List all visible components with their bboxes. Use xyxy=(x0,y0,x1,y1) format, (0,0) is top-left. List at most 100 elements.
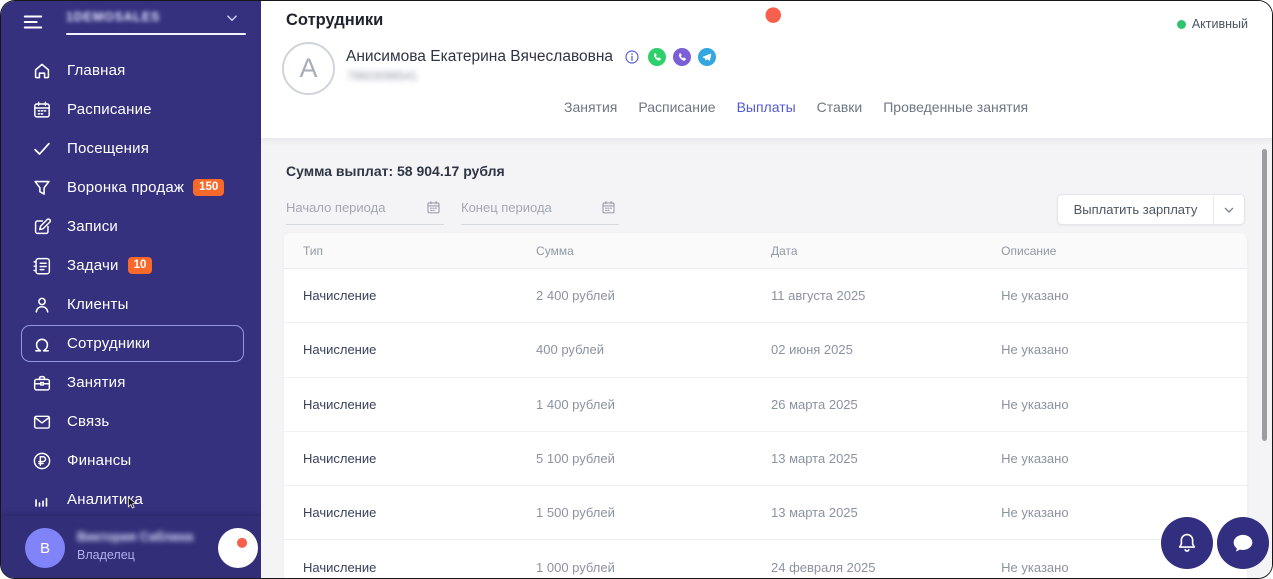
table-column-header: Дата xyxy=(771,243,798,258)
main-area: Сотрудники Активный A Анисимова Екатерин… xyxy=(261,1,1272,578)
table-row[interactable]: Начисление 5 100 рублей 13 марта 2025 Не… xyxy=(284,432,1247,487)
employee-avatar[interactable]: A xyxy=(282,42,335,95)
table-header-row: Тип Сумма Дата Описание xyxy=(284,233,1247,269)
home-icon xyxy=(31,60,53,82)
sidebar-user-panel[interactable]: B Виктория Саблина Владелец xyxy=(1,516,261,578)
user-avatar[interactable]: B xyxy=(25,528,65,568)
viber-icon[interactable] xyxy=(673,48,692,66)
sidebar-item-edit[interactable]: Записи xyxy=(1,207,261,246)
cell-description: Не указано xyxy=(1001,505,1069,521)
page-header: Сотрудники Активный A Анисимова Екатерин… xyxy=(261,1,1272,138)
bell-icon xyxy=(1174,530,1200,556)
info-icon[interactable] xyxy=(623,48,641,66)
workspace-name: 1DEMOSALES xyxy=(66,10,161,24)
sidebar-item-label: Клиенты xyxy=(67,296,129,313)
cell-date: 24 февраля 2025 xyxy=(771,559,876,575)
brand-logo-icon xyxy=(747,3,787,43)
payout-total: Сумма выплат: 58 904.17 рубля xyxy=(286,163,505,179)
sidebar-item-person[interactable]: Клиенты xyxy=(1,285,261,324)
pay-salary-dropdown-toggle[interactable] xyxy=(1213,195,1244,224)
table-row[interactable]: Начисление 400 рублей 02 июня 2025 Не ук… xyxy=(284,323,1247,378)
cell-description: Не указано xyxy=(1001,559,1069,575)
sidebar-item-label: Связь xyxy=(67,413,110,430)
cell-amount: 2 400 рублей xyxy=(536,288,615,304)
sidebar-item-mail[interactable]: Связь xyxy=(1,402,261,441)
table-row[interactable]: Начисление 2 400 рублей 11 августа 2025 … xyxy=(284,269,1247,324)
table-row[interactable]: Начисление 1 400 рублей 26 марта 2025 Не… xyxy=(284,378,1247,432)
vertical-scrollbar[interactable] xyxy=(1262,149,1267,441)
sidebar-item-label: Сотрудники xyxy=(67,335,151,352)
table-row[interactable]: Начисление 1 500 рублей 13 марта 2025 Не… xyxy=(284,486,1247,541)
whatsapp-icon[interactable] xyxy=(648,48,667,66)
payouts-table: Тип Сумма Дата Описание Начисление 2 400 ру… xyxy=(284,233,1247,578)
pay-salary-split-button: Выплатить зарплату xyxy=(1057,194,1245,225)
user-role: Владелец xyxy=(77,548,135,562)
tasks-icon xyxy=(31,255,53,277)
tab-Расписание[interactable]: Расписание xyxy=(638,99,715,115)
sidebar-item-tasks[interactable]: Задачи 10 xyxy=(1,246,261,285)
employee-name-row: Анисимова Екатерина Вячеславовна xyxy=(346,48,717,66)
sidebar-item-label: Записи xyxy=(67,218,118,235)
cell-amount: 1 000 рублей xyxy=(536,559,615,575)
cell-type: Начисление xyxy=(303,288,377,304)
sidebar-item-ruble[interactable]: Финансы xyxy=(1,441,261,480)
cell-description: Не указано xyxy=(1001,451,1069,467)
telegram-icon[interactable] xyxy=(698,48,717,66)
sidebar-item-check[interactable]: Посещения xyxy=(1,129,261,168)
notifications-button[interactable] xyxy=(1161,517,1213,569)
cell-description: Не указано xyxy=(1001,288,1069,304)
employee-tabs: Занятия Расписание Выплаты Ставки Проведенны… xyxy=(564,99,1028,115)
cell-amount: 1 400 рублей xyxy=(536,396,615,412)
workspace-switcher[interactable]: 1DEMOSALES xyxy=(1,1,261,45)
sidebar-item-label: Воронка продаж xyxy=(67,179,185,196)
calendar-icon[interactable] xyxy=(425,199,442,216)
funnel-icon xyxy=(31,177,53,199)
tab-Ставки[interactable]: Ставки xyxy=(817,99,863,115)
tab-Занятия[interactable]: Занятия xyxy=(564,99,617,115)
chart-icon xyxy=(31,489,53,511)
sidebar-item-chart[interactable]: Аналитика xyxy=(1,480,261,519)
chat-button[interactable] xyxy=(1217,517,1269,569)
cell-amount: 1 500 рублей xyxy=(536,505,615,521)
table-column-header: Описание xyxy=(1001,243,1057,258)
status-dot-icon xyxy=(1176,19,1186,29)
tab-Выплаты[interactable]: Выплаты xyxy=(737,99,796,115)
employee-name: Анисимова Екатерина Вячеславовна xyxy=(346,48,614,65)
period-end-placeholder: Конец периода xyxy=(461,200,552,215)
table-body: Начисление 2 400 рублей 11 августа 2025 … xyxy=(284,269,1247,578)
cell-type: Начисление xyxy=(303,559,377,575)
cell-amount: 5 100 рублей xyxy=(536,451,615,467)
tab-Проведенные занятия[interactable]: Проведенные занятия xyxy=(883,99,1028,115)
sidebar-item-label: Задачи xyxy=(67,257,119,274)
period-start-input[interactable]: Начало периода xyxy=(286,195,444,225)
period-end-input[interactable]: Конец периода xyxy=(461,195,619,225)
cell-date: 13 марта 2025 xyxy=(771,451,858,467)
ruble-icon xyxy=(31,450,53,472)
cell-date: 11 августа 2025 xyxy=(771,288,866,304)
calendar-icon[interactable] xyxy=(600,199,617,216)
sidebar-item-calendar[interactable]: Расписание xyxy=(1,90,261,129)
sidebar-menu: Главная Расписание Посещения Воронка про… xyxy=(1,51,261,519)
chevron-down-icon xyxy=(1221,202,1237,218)
table-column-header: Тип xyxy=(303,243,324,258)
mail-icon xyxy=(31,411,53,433)
sidebar-item-badge: 150 xyxy=(193,178,225,197)
cell-amount: 400 рублей xyxy=(536,342,605,358)
pay-salary-button[interactable]: Выплатить зарплату xyxy=(1058,195,1213,224)
sidebar-item-headset[interactable]: Сотрудники xyxy=(1,324,261,363)
menu-icon[interactable] xyxy=(21,11,45,33)
chevron-down-icon[interactable] xyxy=(223,9,241,27)
sidebar-item-label: Занятия xyxy=(67,374,126,391)
sidebar-item-briefcase[interactable]: Занятия xyxy=(1,363,261,402)
sidebar-item-funnel[interactable]: Воронка продаж 150 xyxy=(1,168,261,207)
app-logo-button[interactable] xyxy=(218,528,258,568)
cell-description: Не указано xyxy=(1001,396,1069,412)
table-column-header: Сумма xyxy=(536,243,574,258)
table-row[interactable]: Начисление 1 000 рублей 24 февраля 2025 … xyxy=(284,540,1247,578)
sidebar-item-badge: 10 xyxy=(127,256,153,275)
headset-icon xyxy=(31,333,53,355)
sidebar-item-label: Главная xyxy=(67,62,126,79)
sidebar-item-home[interactable]: Главная xyxy=(1,51,261,90)
calendar-icon xyxy=(31,99,53,121)
cell-date: 13 марта 2025 xyxy=(771,505,858,521)
